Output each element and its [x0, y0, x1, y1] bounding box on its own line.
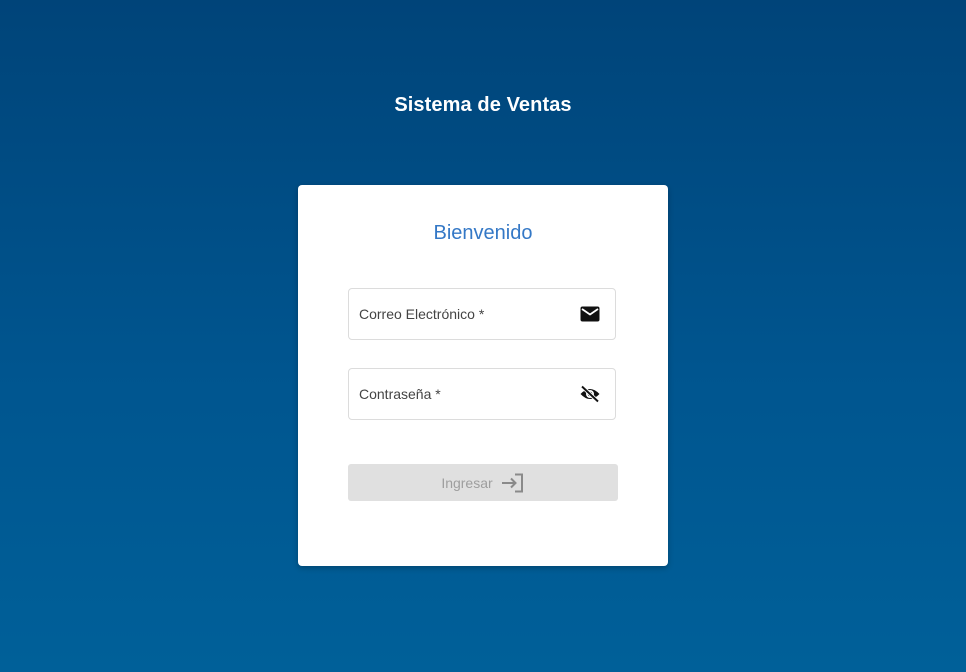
login-button[interactable]: Ingresar — [348, 464, 618, 501]
login-button-label: Ingresar — [441, 474, 493, 491]
mail-icon — [579, 304, 601, 324]
email-input[interactable] — [349, 289, 569, 339]
eye-off-icon[interactable] — [579, 384, 601, 404]
password-input[interactable] — [349, 369, 569, 419]
password-field[interactable] — [348, 368, 616, 420]
login-icon — [501, 473, 525, 493]
email-field[interactable] — [348, 288, 616, 340]
app-title: Sistema de Ventas — [394, 94, 572, 116]
login-card: Bienvenido Ingresar — [298, 185, 668, 566]
welcome-heading: Bienvenido — [433, 222, 533, 244]
